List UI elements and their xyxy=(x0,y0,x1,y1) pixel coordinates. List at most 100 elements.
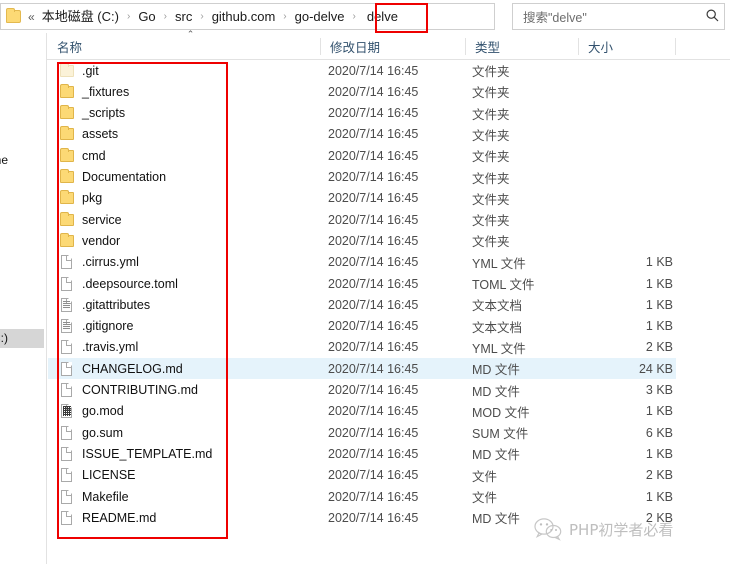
breadcrumb: 本地磁盘 (C:) › Go › src › github.com › go-delve › del… xyxy=(39,7,404,26)
column-header-row: ⌃ 名称 修改日期 类型 大小 xyxy=(47,30,730,60)
file-icon xyxy=(59,382,76,398)
column-header-date[interactable]: 修改日期 xyxy=(320,33,465,60)
table-row[interactable]: .travis.yml 2020/7/14 16:45 YML 文件 2 KB xyxy=(48,337,676,358)
file-icon xyxy=(59,446,76,462)
file-date-cell: 2020/7/14 16:45 xyxy=(328,276,419,291)
file-name-cell: .gitignore xyxy=(82,319,134,334)
column-header-type[interactable]: 类型 xyxy=(465,33,578,60)
file-date-cell: 2020/7/14 16:45 xyxy=(328,468,419,483)
sidebar-item-onedrive[interactable]: one xyxy=(0,153,8,167)
breadcrumb-separator-icon: › xyxy=(126,11,131,22)
column-header-name[interactable]: 名称 xyxy=(47,33,320,60)
folder-icon xyxy=(59,105,76,121)
file-list[interactable]: .git 2020/7/14 16:45 文件夹 _fixtures 2020/7/14… xyxy=(47,60,730,564)
file-size-cell: 1 KB xyxy=(645,446,673,461)
watermark: PHP初学者必看 xyxy=(533,517,673,541)
folder-icon xyxy=(59,126,76,142)
table-row[interactable]: _fixtures 2020/7/14 16:45 文件夹 xyxy=(48,81,676,102)
file-icon xyxy=(59,276,76,292)
file-size-cell: 2 KB xyxy=(645,468,673,483)
search-icon[interactable] xyxy=(700,8,724,25)
search-box[interactable]: 搜索"delve" xyxy=(512,3,725,30)
table-row[interactable]: CONTRIBUTING.md 2020/7/14 16:45 MD 文件 3 KB xyxy=(48,380,676,401)
file-icon xyxy=(59,339,76,355)
table-row[interactable]: LICENSE 2020/7/14 16:45 文件 2 KB xyxy=(48,465,676,486)
file-type-cell: YML 文件 xyxy=(472,341,526,356)
table-row[interactable]: ISSUE_TEMPLATE.md 2020/7/14 16:45 MD 文件 1 K… xyxy=(48,443,676,464)
file-size-cell: 2 KB xyxy=(645,340,673,355)
file-name-cell: pkg xyxy=(82,191,103,206)
column-header-size-label: 大小 xyxy=(588,41,614,55)
folder-icon xyxy=(6,8,21,23)
table-row[interactable]: assets 2020/7/14 16:45 文件夹 xyxy=(48,124,676,145)
table-row[interactable]: pkg 2020/7/14 16:45 文件夹 xyxy=(48,188,676,209)
table-row[interactable]: Documentation 2020/7/14 16:45 文件夹 xyxy=(48,167,676,188)
file-date-cell: 2020/7/14 16:45 xyxy=(328,297,419,312)
file-size-cell: 1 KB xyxy=(645,489,673,504)
file-date-cell: 2020/7/14 16:45 xyxy=(328,340,419,355)
column-header-size[interactable]: 大小 xyxy=(578,33,675,60)
file-date-cell: 2020/7/14 16:45 xyxy=(328,212,419,227)
table-row[interactable]: .deepsource.toml 2020/7/14 16:45 TOML 文件 1 … xyxy=(48,273,676,294)
file-type-cell: 文件夹 xyxy=(472,214,510,229)
table-row[interactable]: .git 2020/7/14 16:45 文件夹 xyxy=(48,60,676,81)
file-name-cell: ISSUE_TEMPLATE.md xyxy=(82,446,213,461)
file-type-cell: 文本文档 xyxy=(472,320,523,335)
column-divider[interactable] xyxy=(675,38,676,55)
sidebar-item-local-disk[interactable]: (C:) xyxy=(0,329,44,348)
table-row[interactable]: _scripts 2020/7/14 16:45 文件夹 xyxy=(48,103,676,124)
file-size-cell: 6 KB xyxy=(645,425,673,440)
table-row[interactable]: .gitignore 2020/7/14 16:45 文本文档 1 KB xyxy=(48,316,676,337)
breadcrumb-item-go-delve[interactable]: go-delve xyxy=(292,7,348,26)
file-name-cell: .deepsource.toml xyxy=(82,276,178,291)
file-size-cell: 1 KB xyxy=(645,255,673,270)
table-row[interactable]: cmd 2020/7/14 16:45 文件夹 xyxy=(48,145,676,166)
file-explorer-window: « 本地磁盘 (C:) › Go › src › github.com › go-delve › d… xyxy=(0,0,730,564)
breadcrumb-item-github-com[interactable]: github.com xyxy=(209,7,279,26)
table-row[interactable]: Makefile 2020/7/14 16:45 文件 1 KB xyxy=(48,486,676,507)
file-type-cell: MD 文件 xyxy=(472,384,520,399)
breadcrumb-path-box[interactable]: « 本地磁盘 (C:) › Go › src › github.com › go-delve › d… xyxy=(0,3,495,30)
table-row[interactable]: go.sum 2020/7/14 16:45 SUM 文件 6 KB xyxy=(48,422,676,443)
file-date-cell: 2020/7/14 16:45 xyxy=(328,127,419,142)
breadcrumb-item-delve[interactable]: delve xyxy=(361,7,404,26)
breadcrumb-separator-icon: › xyxy=(283,11,287,22)
table-row[interactable]: CHANGELOG.md 2020/7/14 16:45 MD 文件 24 KB xyxy=(48,358,676,380)
table-row[interactable]: vendor 2020/7/14 16:45 文件夹 xyxy=(48,230,676,251)
file-type-cell: 文件 xyxy=(472,491,498,505)
table-row[interactable]: go.mod 2020/7/14 16:45 MOD 文件 1 KB xyxy=(48,401,676,422)
breadcrumb-overflow-icon[interactable]: « xyxy=(28,11,35,23)
file-size-cell: 3 KB xyxy=(645,383,673,397)
file-name-cell: assets xyxy=(82,127,119,142)
file-type-cell: YML 文件 xyxy=(472,256,526,271)
search-input[interactable]: 搜索"delve" xyxy=(523,7,700,26)
file-type-cell: 文件夹 xyxy=(472,107,510,122)
address-bar: « 本地磁盘 (C:) › Go › src › github.com › go-delve › d… xyxy=(0,0,730,33)
file-name-cell: _scripts xyxy=(82,106,126,121)
file-name-cell: README.md xyxy=(82,510,157,525)
column-header-name-label: 名称 xyxy=(57,41,83,55)
file-type-cell: 文件夹 xyxy=(472,128,510,143)
file-type-cell: 文件夹 xyxy=(472,235,510,250)
file-icon xyxy=(59,425,76,441)
file-name-cell: .git xyxy=(82,63,99,78)
breadcrumb-item--c-[interactable]: 本地磁盘 (C:) xyxy=(39,7,122,26)
file-size-cell: 1 KB xyxy=(645,297,673,312)
breadcrumb-item-src[interactable]: src xyxy=(172,7,195,26)
file-date-cell: 2020/7/14 16:45 xyxy=(328,489,419,504)
table-row[interactable]: .gitattributes 2020/7/14 16:45 文本文档 1 KB xyxy=(48,294,676,315)
file-date-cell: 2020/7/14 16:45 xyxy=(328,446,419,461)
file-name-cell: go.mod xyxy=(82,404,124,419)
file-name-cell: LICENSE xyxy=(82,468,136,483)
file-size-cell: 24 KB xyxy=(638,361,673,376)
text-file-icon xyxy=(59,297,76,313)
column-header-date-label: 修改日期 xyxy=(330,41,381,55)
table-row[interactable]: service 2020/7/14 16:45 文件夹 xyxy=(48,209,676,230)
breadcrumb-item-go[interactable]: Go xyxy=(135,7,158,26)
table-row[interactable]: .cirrus.yml 2020/7/14 16:45 YML 文件 1 KB xyxy=(48,252,676,273)
file-type-cell: SUM 文件 xyxy=(472,427,529,442)
file-date-cell: 2020/7/14 16:45 xyxy=(328,63,419,78)
file-type-cell: 文件夹 xyxy=(472,192,510,207)
file-type-cell: 文本文档 xyxy=(472,299,523,314)
folder-icon xyxy=(59,169,76,185)
